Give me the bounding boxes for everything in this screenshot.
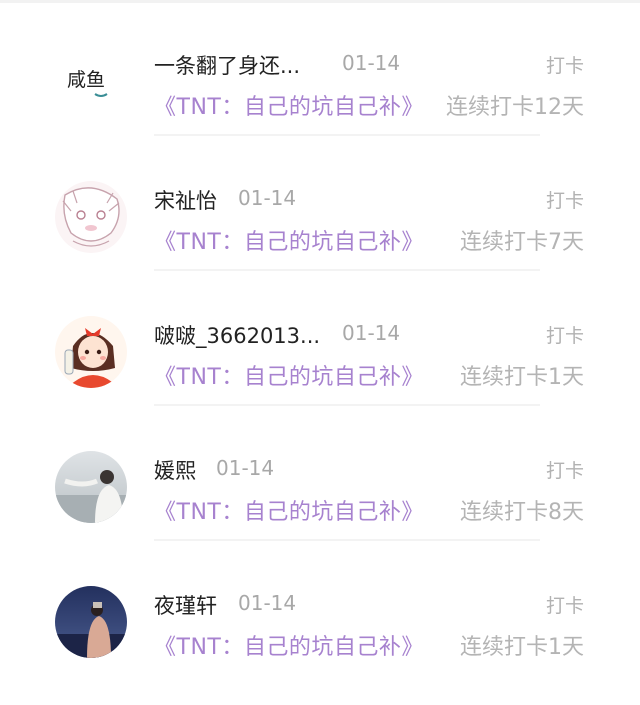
book-title-link[interactable]: 《TNT：自己的坑自己补》 (154, 629, 424, 661)
svg-text:咸鱼: 咸鱼 (67, 69, 105, 91)
streak-count: 连续打卡12天 (446, 95, 584, 120)
user-name[interactable]: 夜瑾轩 (154, 590, 217, 620)
streak-count: 连续打卡8天 (460, 500, 584, 525)
book-title-link[interactable]: 《TNT：自己的坑自己补》 (154, 359, 424, 391)
post-date: 01-14 (342, 51, 401, 75)
avatar[interactable] (55, 586, 127, 658)
streak-count: 连续打卡1天 (460, 365, 584, 390)
avatar[interactable] (55, 181, 127, 253)
book-title-link[interactable]: 《TNT：自己的坑自己补》 (154, 89, 424, 121)
photo-avatar-icon (55, 451, 127, 523)
post-date: 01-14 (342, 321, 401, 345)
cartoon-girl-avatar-icon (55, 316, 127, 388)
checkin-label: 打卡 (545, 595, 584, 617)
checkin-label: 打卡 (545, 55, 584, 77)
post-date: 01-14 (238, 186, 297, 210)
checkin-label: 打卡 (545, 460, 584, 482)
streak-count: 连续打卡7天 (460, 230, 584, 255)
user-name[interactable]: 啵啵_3662013... (154, 320, 320, 350)
list-item[interactable]: 咸鱼 一条翻了身还... 01-14 打卡 《TNT：自己的坑自己补》 连续打卡… (0, 0, 640, 136)
list-item[interactable]: 夜瑾轩 01-14 打卡 《TNT：自己的坑自己补》 连续打卡1天 (0, 540, 640, 675)
book-title-link[interactable]: 《TNT：自己的坑自己补》 (154, 224, 424, 256)
handwritten-avatar-icon: 咸鱼 (55, 46, 127, 118)
night-sea-photo-avatar-icon (55, 586, 127, 658)
list-item[interactable]: 媛熙 01-14 打卡 《TNT：自己的坑自己补》 连续打卡8天 (0, 405, 640, 541)
anime-sketch-avatar-icon (55, 181, 127, 253)
avatar[interactable]: 咸鱼 (55, 46, 127, 118)
streak-count: 连续打卡1天 (460, 635, 584, 660)
list-item[interactable]: 啵啵_3662013... 01-14 打卡 《TNT：自己的坑自己补》 连续打… (0, 270, 640, 406)
post-date: 01-14 (238, 591, 297, 615)
avatar[interactable] (55, 451, 127, 523)
book-title-link[interactable]: 《TNT：自己的坑自己补》 (154, 494, 424, 526)
avatar[interactable] (55, 316, 127, 388)
post-date: 01-14 (216, 456, 275, 480)
checkin-label: 打卡 (545, 190, 584, 212)
user-name[interactable]: 宋祉怡 (154, 185, 217, 215)
user-name[interactable]: 一条翻了身还... (154, 50, 300, 80)
user-name[interactable]: 媛熙 (154, 455, 196, 485)
checkin-label: 打卡 (545, 325, 584, 347)
list-item[interactable]: 宋祉怡 01-14 打卡 《TNT：自己的坑自己补》 连续打卡7天 (0, 135, 640, 271)
